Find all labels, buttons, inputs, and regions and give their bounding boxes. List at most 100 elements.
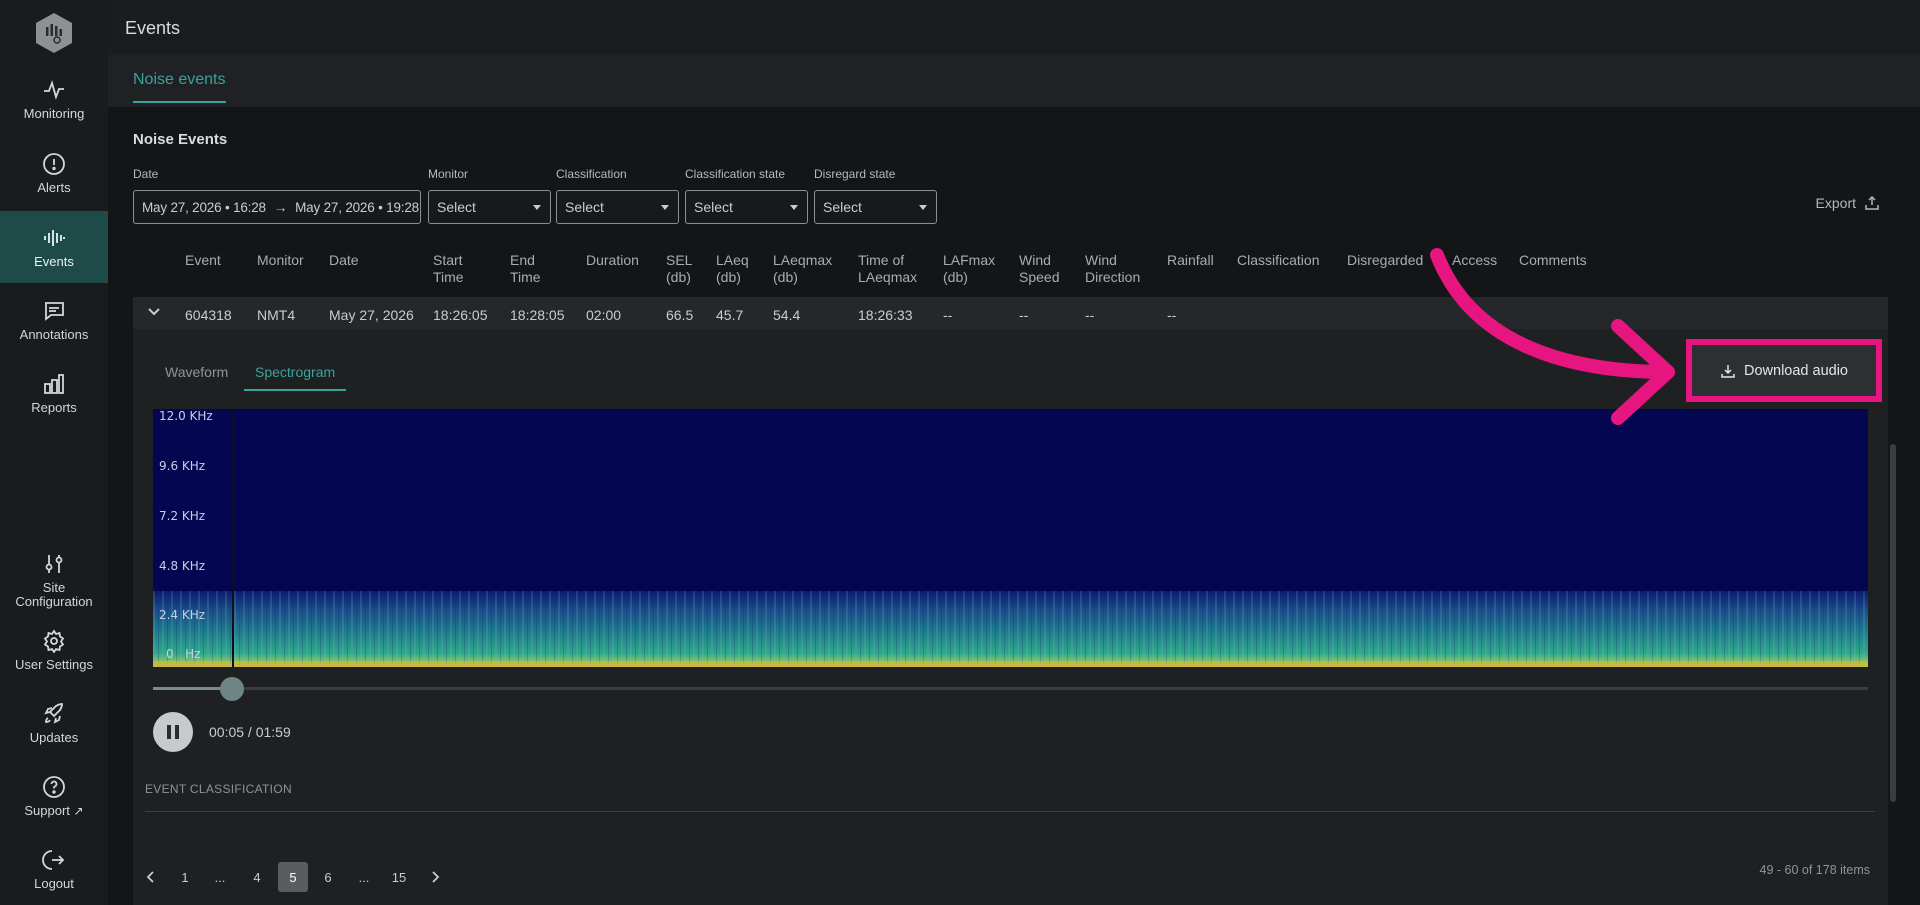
col-header: Start Time: [433, 252, 464, 285]
cell-laeq: 45.7: [716, 307, 744, 323]
spectrogram[interactable]: [153, 409, 1868, 667]
col-header: End Time: [510, 252, 541, 285]
nav-label: Site Configuration: [15, 579, 93, 609]
playback-handle[interactable]: [220, 677, 244, 701]
chevron-down-icon[interactable]: [147, 307, 161, 317]
chevron-down-icon: [533, 205, 541, 210]
pause-icon: [167, 725, 171, 739]
nav-logout[interactable]: Logout: [0, 833, 108, 905]
sliders-icon: [45, 554, 63, 573]
tab-spectrogram[interactable]: Spectrogram: [244, 364, 347, 391]
nav-user-settings[interactable]: User Settings: [0, 614, 108, 686]
download-audio-label: Download audio: [1744, 362, 1848, 379]
tab-waveform[interactable]: Waveform: [165, 364, 228, 380]
cell-rainfall: --: [1167, 307, 1177, 323]
download-audio-button[interactable]: Download audio: [1692, 345, 1876, 396]
freq-label: 2.4 KHz: [159, 608, 206, 622]
export-button[interactable]: Export: [1816, 195, 1880, 211]
nav-label: User Settings: [14, 656, 94, 672]
nav-events[interactable]: Events: [0, 211, 108, 283]
monitor-select[interactable]: Select: [428, 190, 551, 224]
rocket-icon: [44, 702, 63, 724]
alert-circle-icon: [43, 152, 65, 175]
nav-alerts[interactable]: Alerts: [0, 137, 108, 209]
disregard-state-select[interactable]: Select: [814, 190, 937, 224]
cell-monitor: NMT4: [257, 307, 296, 323]
classification-select-value: Select: [565, 199, 604, 215]
tab-noise-events[interactable]: Noise events: [133, 71, 226, 103]
playback-time: 00:05 / 01:59: [209, 724, 291, 740]
page-ellipsis: ...: [214, 869, 226, 885]
date-range-picker[interactable]: May 27, 2026 • 16:28 → May 27, 2026 • 19…: [133, 190, 421, 224]
chevron-right-icon[interactable]: [430, 870, 440, 884]
col-header: Rainfall: [1167, 252, 1214, 268]
date-from: May 27, 2026 • 16:28: [142, 199, 266, 215]
pause-icon-bar: [175, 725, 179, 739]
monitor-filter-label: Monitor: [428, 167, 469, 181]
section-title: Noise Events: [133, 131, 228, 148]
cell-duration: 02:00: [586, 307, 622, 323]
page-ellipsis: ...: [358, 869, 370, 885]
tab-bar: Noise events: [108, 55, 1920, 107]
cell-lafmax: --: [943, 307, 953, 323]
nav-reports[interactable]: Reports: [0, 357, 108, 429]
cell-date: May 27, 2026: [329, 307, 414, 323]
scrollbar[interactable]: [1890, 444, 1896, 802]
download-icon: [1721, 364, 1735, 378]
classification-select[interactable]: Select: [556, 190, 679, 224]
nav-annotations[interactable]: Annotations: [0, 284, 108, 356]
nav-label: Monitoring: [23, 105, 85, 121]
header: Events: [108, 0, 1920, 55]
cell-wind-direction: --: [1085, 307, 1095, 323]
page-link[interactable]: 1: [170, 862, 200, 892]
col-header: Wind Direction: [1085, 252, 1141, 285]
pause-button[interactable]: [153, 712, 193, 752]
cell-sel: 66.5: [666, 307, 694, 323]
help-circle-icon: [43, 775, 65, 798]
nav-support[interactable]: Support ↗: [0, 760, 108, 832]
nav-site-configuration[interactable]: Site Configuration: [0, 541, 108, 619]
col-header: Monitor: [257, 252, 304, 268]
app-logo-icon[interactable]: [35, 12, 73, 54]
nav-updates[interactable]: Updates: [0, 687, 108, 759]
col-header: Comments: [1519, 252, 1587, 268]
cell-time-laeqmax: 18:26:33: [858, 307, 913, 323]
cell-end-time: 18:28:05: [510, 307, 565, 323]
message-square-icon: [45, 301, 64, 321]
chevron-left-icon[interactable]: [146, 870, 156, 884]
page-link[interactable]: 6: [313, 862, 343, 892]
col-header: Access: [1452, 252, 1498, 268]
col-header: LAeqmax (db): [773, 252, 833, 285]
freq-label: 4.8 KHz: [159, 559, 206, 573]
nav-label: Alerts: [37, 179, 71, 195]
col-header: Date: [329, 252, 359, 268]
cell-start-time: 18:26:05: [433, 307, 488, 323]
nav-label: Annotations: [19, 326, 89, 342]
playback-track[interactable]: [153, 687, 1868, 690]
gear-icon: [43, 628, 65, 653]
page-link[interactable]: 15: [384, 862, 414, 892]
date-to: May 27, 2026 • 19:28: [295, 199, 419, 215]
classification-state-filter-label: Classification state: [685, 167, 786, 181]
col-header: Time of LAeqmax: [858, 252, 918, 285]
external-link-icon: ↗: [73, 803, 84, 818]
nav-label: Support ↗: [24, 803, 84, 818]
page-link-current[interactable]: 5: [278, 862, 308, 892]
pagination-info: 49 - 60 of 178 items: [1759, 863, 1870, 877]
main-content: Noise Events Date Monitor Classification…: [108, 107, 1920, 905]
logout-icon: [42, 849, 65, 870]
page-link[interactable]: 4: [242, 862, 272, 892]
classification-state-select[interactable]: Select: [685, 190, 808, 224]
divider: [145, 811, 1875, 812]
monitor-select-value: Select: [437, 199, 476, 215]
col-header: Wind Speed: [1019, 252, 1060, 285]
col-header: Event: [185, 252, 221, 268]
freq-label: 12.0 KHz: [159, 409, 213, 423]
nav-monitoring[interactable]: Monitoring: [0, 63, 108, 135]
chevron-down-icon: [790, 205, 798, 210]
col-header: Disregarded: [1347, 252, 1424, 268]
nav-label: Logout: [34, 875, 74, 891]
date-filter-label: Date: [133, 167, 159, 181]
classification-filter-label: Classification: [556, 167, 627, 181]
col-header: Classification: [1237, 252, 1320, 268]
